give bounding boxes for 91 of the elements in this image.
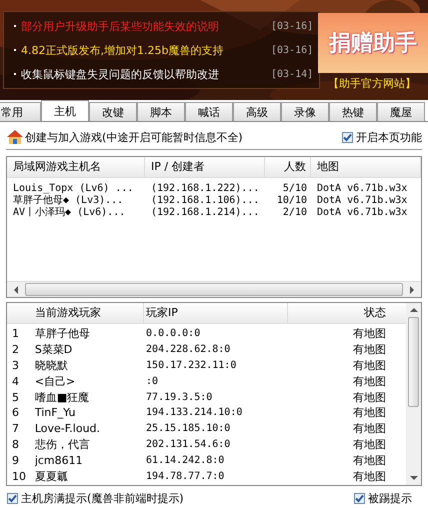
news-date: [03-16] [271, 20, 314, 32]
table-cell-text: DotA v6.71b.w3x [316, 195, 408, 207]
table-cell-text: 2/10 [282, 207, 308, 219]
column-header[interactable]: 玩家IP [144, 303, 288, 323]
table-cell-text: DotA v6.71b.w3x [316, 183, 408, 195]
table-cell-text: Love-F.loud. [34, 421, 102, 436]
table-cell-text: 194.133.214.10:0 [145, 406, 244, 420]
column-header[interactable]: 状态 [288, 303, 406, 323]
checkbox[interactable] [7, 493, 18, 504]
table-cell-text: Louis_Topx (Lv6) ... [12, 183, 134, 195]
tab[interactable]: 脚本 [137, 102, 185, 121]
row-number: 1 [11, 326, 20, 342]
table-cell-text: 有地图 [352, 358, 387, 373]
table-cell-text: 有地图 [352, 390, 387, 405]
section-title: 创建与加入游戏(中途开启可能暂时信息不全) [25, 130, 243, 144]
tab[interactable]: 主机 [41, 100, 89, 121]
column-header[interactable]: 地图 [311, 157, 421, 177]
table-cell-text: (192.168.1.214)... [150, 207, 260, 219]
table-cell-text: 有地图 [352, 326, 387, 342]
table-cell-text: 150.17.232.11:0 [145, 358, 238, 373]
table-cell-text: AV丨小泽玛◆ (Lv6)... [12, 207, 126, 219]
table-cell-text: 悲伤，代言 [34, 436, 91, 452]
table-cell-text: jcm8611 [34, 452, 84, 468]
table-cell-text: 61.14.242.8:0 [145, 454, 226, 468]
tab[interactable]: 高级 [233, 102, 281, 121]
table-cell-text: 晓晓默 [34, 358, 69, 373]
table-cell-text: 有地图 [352, 374, 387, 389]
table-cell-text: 204.228.62.8:0 [145, 343, 232, 358]
column-header[interactable]: 局域网游戏主机名 [7, 157, 145, 177]
news-link[interactable]: 4.82正式版发布,增加对1.25b魔兽的支持 [21, 42, 261, 58]
table-cell-text: TinF_Yu [34, 405, 76, 420]
table-cell-text: DotA v6.71b.w3x [316, 207, 408, 219]
row-number: 4 [11, 374, 20, 389]
row-number: 9 [11, 452, 20, 468]
row-number: 3 [11, 358, 20, 373]
news-link[interactable]: 部分用户升级助手后某些功能失效的说明 [21, 18, 261, 34]
tab[interactable]: 热键 [329, 102, 377, 121]
vertical-scrollbar[interactable] [406, 303, 421, 485]
news-link[interactable]: 收集鼠标键盘失灵问题的反馈以帮助改进 [21, 66, 261, 82]
checkbox-label: 开启本页功能 [356, 130, 422, 144]
table-cell-text: 194.78.77.7:0 [145, 470, 226, 484]
table-cell-text: 202.131.54.6:0 [145, 438, 232, 452]
row-number: 2 [11, 342, 20, 358]
row-number: 8 [11, 436, 20, 452]
scrollbar-thumb[interactable] [25, 283, 403, 296]
tab[interactable]: 改键 [89, 102, 137, 121]
checkbox[interactable] [342, 132, 353, 142]
row-number: 7 [11, 421, 20, 436]
checkbox-label: 被踢提示 [368, 491, 412, 506]
table-cell-text: 有地图 [352, 405, 387, 420]
table-cell-text: 0.0.0.0:0 [145, 327, 202, 342]
table-cell-text: 草胖子他母 [34, 326, 91, 342]
table-cell-text: :0 [145, 374, 160, 389]
column-header[interactable]: IP / 创建者 [145, 157, 265, 177]
table-cell-text: 10/10 [276, 195, 308, 207]
row-number: 10 [11, 468, 27, 484]
down-arrow-icon[interactable] [410, 475, 418, 481]
checkbox-label: 主机房满提示(魔兽非前端时提示) [21, 491, 184, 506]
row-number: 5 [11, 390, 20, 405]
table-cell-text: 夏夏瓤 [34, 468, 69, 484]
table-cell-text: <自己> [34, 374, 76, 389]
house-icon [6, 129, 24, 145]
tab[interactable]: 喊话 [185, 102, 233, 121]
news-date: [03-14] [271, 68, 314, 80]
tab[interactable]: 录像 [281, 102, 329, 121]
site-link[interactable]: 【助手官方网站】 [328, 76, 416, 91]
table-cell-text: 有地图 [352, 468, 387, 484]
table-cell-text: 5/10 [282, 183, 308, 195]
table-cell-text: (192.168.1.222)... [150, 183, 260, 195]
table-cell-text: (192.168.1.106)... [150, 195, 260, 207]
checkbox[interactable] [354, 493, 365, 504]
news-date: [03-16] [271, 44, 314, 56]
table-cell-text: 有地图 [352, 436, 387, 452]
table-cell-text: 77.19.3.5:0 [145, 390, 214, 405]
tab[interactable]: 魔屋 [377, 102, 425, 121]
table-cell-text: 25.15.185.10:0 [145, 422, 232, 436]
table-cell-text: 嗜血■狂魔 [34, 390, 90, 405]
tab[interactable]: 常用 [0, 102, 41, 121]
table-cell-text: 有地图 [352, 421, 387, 436]
horizontal-scrollbar[interactable] [7, 281, 421, 297]
left-arrow-icon[interactable] [13, 286, 19, 294]
column-header[interactable]: 当前游戏玩家 [34, 303, 144, 323]
right-arrow-icon[interactable] [409, 286, 415, 294]
table-cell-text: S菜菜D [34, 342, 74, 358]
table-cell-text: 草胖子他母◆ (Lv3)... [12, 195, 124, 207]
table-cell-text: 有地图 [352, 452, 387, 468]
up-arrow-icon[interactable] [410, 307, 418, 313]
table-cell-text: 有地图 [352, 342, 387, 358]
row-number: 6 [11, 405, 20, 420]
column-header[interactable]: 人数 [265, 157, 311, 177]
scrollbar-thumb[interactable] [408, 317, 419, 407]
